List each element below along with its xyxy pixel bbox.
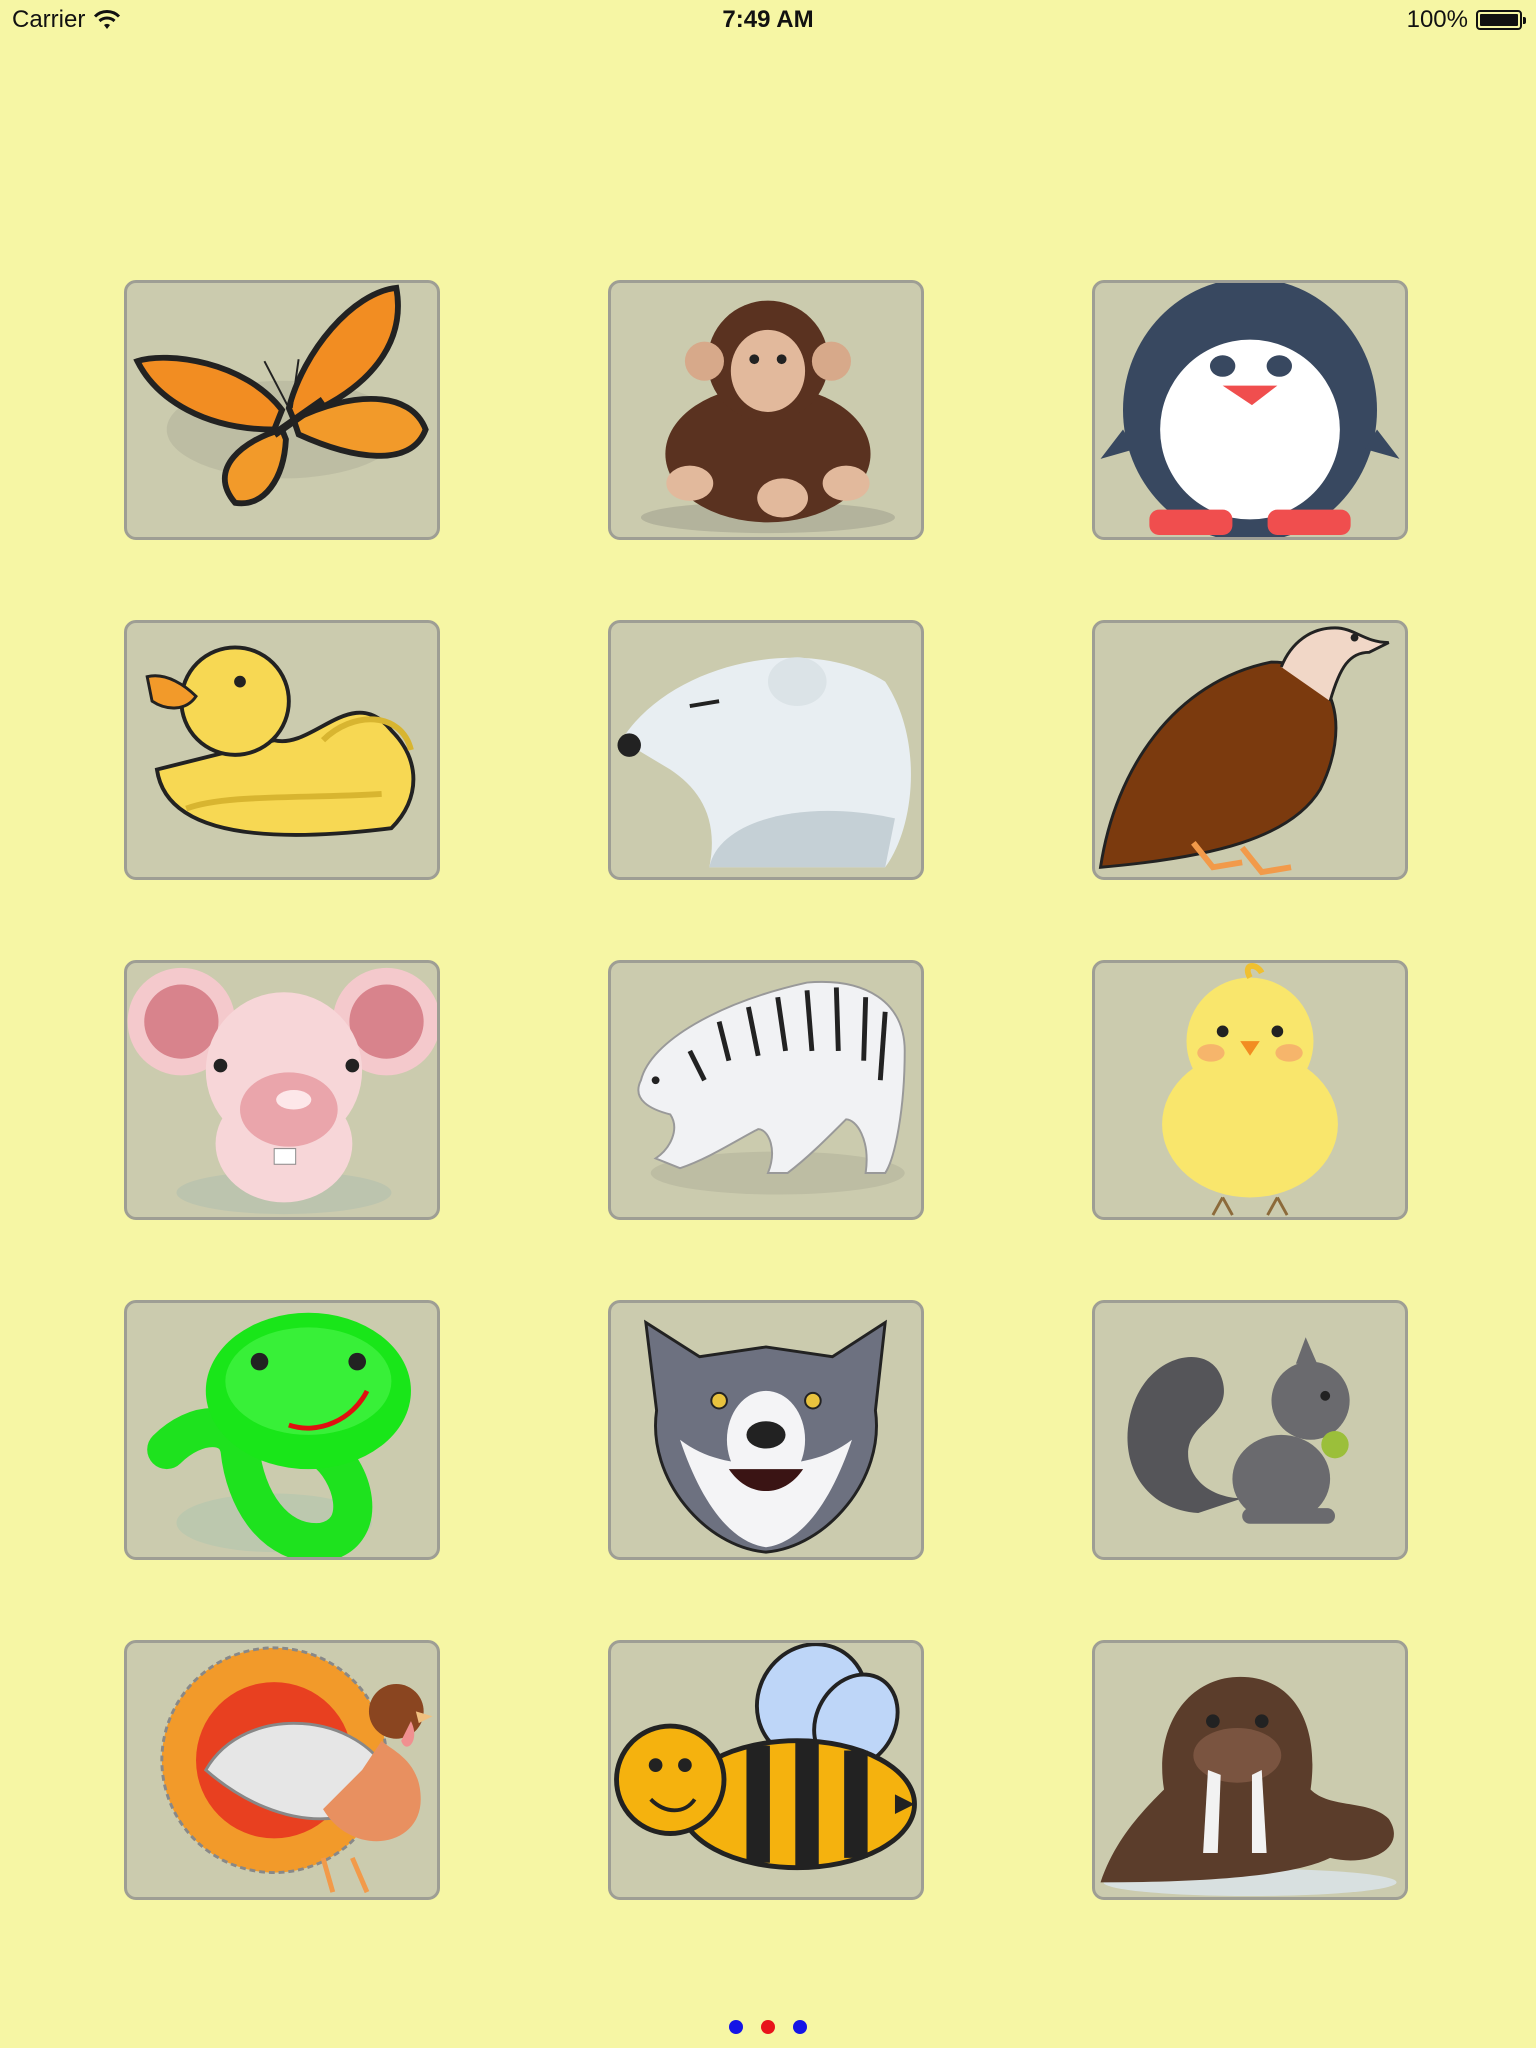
snake-icon xyxy=(147,1312,411,1557)
tile-tiger[interactable] xyxy=(608,960,924,1220)
mouse-icon xyxy=(127,967,437,1215)
squirrel-icon xyxy=(1127,1337,1350,1524)
tile-turkey[interactable] xyxy=(124,1640,440,1900)
penguin-icon xyxy=(1100,283,1400,537)
turkey-icon xyxy=(160,1646,433,1894)
tile-snake[interactable] xyxy=(124,1300,440,1560)
page-dot-active[interactable] xyxy=(761,2020,775,2034)
page-dot[interactable] xyxy=(793,2020,807,2034)
tile-mouse[interactable] xyxy=(124,960,440,1220)
vulture-icon xyxy=(1098,626,1390,876)
duck-icon xyxy=(145,645,416,837)
tile-vulture[interactable] xyxy=(1092,620,1408,880)
tile-monkey[interactable] xyxy=(608,280,924,540)
tiger-icon xyxy=(637,980,906,1195)
animal-grid xyxy=(0,0,1536,2048)
chick-icon xyxy=(1162,963,1338,1216)
tile-squirrel[interactable] xyxy=(1092,1300,1408,1560)
tile-penguin[interactable] xyxy=(1092,280,1408,540)
wolf-icon xyxy=(644,1319,887,1554)
tile-walrus[interactable] xyxy=(1092,1640,1408,1900)
butterfly-icon xyxy=(133,284,429,507)
tile-duck[interactable] xyxy=(124,620,440,880)
page-dot[interactable] xyxy=(729,2020,743,2034)
monkey-icon xyxy=(640,300,895,534)
polar-bear-icon xyxy=(617,657,911,868)
bee-icon xyxy=(614,1643,917,1871)
tile-polar-bear[interactable] xyxy=(608,620,924,880)
tile-bee[interactable] xyxy=(608,1640,924,1900)
tile-chick[interactable] xyxy=(1092,960,1408,1220)
walrus-icon xyxy=(1100,1676,1397,1897)
page-indicator[interactable] xyxy=(0,2020,1536,2034)
tile-wolf[interactable] xyxy=(608,1300,924,1560)
tile-butterfly[interactable] xyxy=(124,280,440,540)
